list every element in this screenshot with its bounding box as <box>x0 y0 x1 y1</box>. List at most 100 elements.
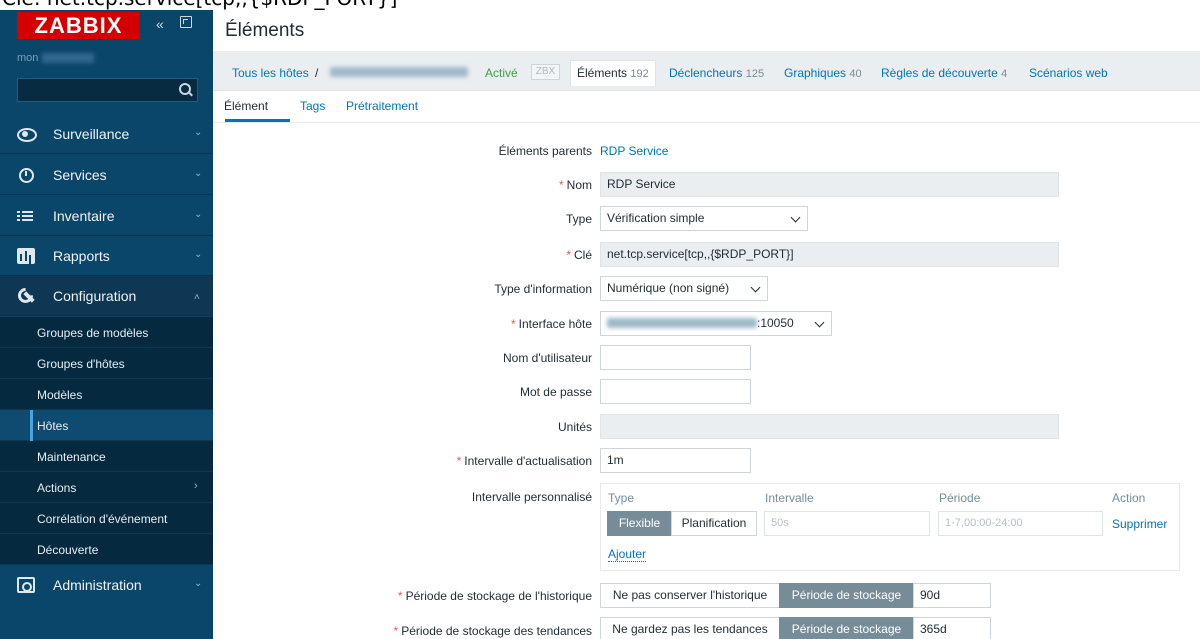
scheduling-toggle[interactable]: Planification <box>671 511 757 536</box>
username-label: Nom d'utilisateur <box>503 351 592 365</box>
nav-discovery-rules-link[interactable]: Règles de découverte 4 <box>881 66 1007 80</box>
server-name-blurred <box>42 53 95 64</box>
menu-label: Administration <box>53 577 142 593</box>
nav-graphs-count: 40 <box>849 68 862 80</box>
menu-services[interactable]: Services ⌄ <box>0 155 213 195</box>
logo-row: ZABBIX « <box>0 10 213 40</box>
collapse-sidebar-icon[interactable]: « <box>156 16 164 32</box>
info-type-select-value: Numérique (non signé) <box>607 281 730 295</box>
name-label: * Nom <box>558 178 592 192</box>
nav-web-scenarios-link[interactable]: Scénarios web <box>1029 66 1108 80</box>
submenu-item-discovery[interactable]: Découverte <box>0 534 213 565</box>
history-period-input[interactable]: 90d <box>913 583 991 608</box>
remove-interval-link[interactable]: Supprimer <box>1112 517 1167 531</box>
menu-inventaire[interactable]: Inventaire ⌄ <box>0 196 213 236</box>
custom-col-type: Type <box>608 491 635 505</box>
key-label: * Clé <box>566 248 592 262</box>
menu-label: Inventaire <box>53 208 115 224</box>
nav-all-hosts-link[interactable]: Tous les hôtes <box>232 66 309 80</box>
trends-period-input[interactable]: 365d <box>913 617 991 639</box>
submenu-label: Groupes d'hôtes <box>37 357 125 371</box>
username-input[interactable] <box>600 345 751 370</box>
chevron-right-icon: › <box>194 480 198 492</box>
submenu-item-maintenance[interactable]: Maintenance <box>0 441 213 472</box>
host-status-badge[interactable]: Activé <box>485 66 518 80</box>
history-storage-period-toggle[interactable]: Période de stockage <box>779 583 914 608</box>
sidebar-search-input[interactable] <box>17 78 198 102</box>
list-icon <box>17 208 35 224</box>
type-select-value: Vérification simple <box>607 211 705 225</box>
submenu-label: Maintenance <box>37 450 106 464</box>
nav-triggers-count: 125 <box>745 68 765 80</box>
nav-discovery-count: 4 <box>1001 68 1008 80</box>
nav-graphs-link[interactable]: Graphiques 40 <box>784 66 862 80</box>
host-interface-label-text: Interface hôte <box>518 317 592 331</box>
submenu-label: Hôtes <box>37 419 69 433</box>
form-tabs: Élément Tags Prétraitement <box>213 91 1200 123</box>
submenu-item-actions[interactable]: Actions › <box>0 472 213 503</box>
update-interval-label-text: Intervalle d'actualisation <box>464 454 592 468</box>
submenu-item-host-groups[interactable]: Groupes d'hôtes <box>0 348 213 379</box>
trends-storage-label: * Période de stockage des tendances <box>393 624 592 638</box>
search-icon[interactable] <box>177 82 193 98</box>
info-type-select[interactable]: Numérique (non signé) <box>600 276 768 301</box>
tab-tags[interactable]: Tags <box>300 99 325 113</box>
menu-administration[interactable]: Administration ⌄ <box>0 565 213 605</box>
custom-col-action: Action <box>1112 491 1146 505</box>
nav-triggers-link[interactable]: Déclencheurs 125 <box>669 66 764 80</box>
tab-item[interactable]: Élément <box>224 99 268 113</box>
page-title: Éléments <box>225 20 305 41</box>
submenu-label: Modèles <box>37 388 83 402</box>
submenu-item-event-correlation[interactable]: Corrélation d'événement <box>0 503 213 534</box>
host-navigation-bar: Tous les hôtes / Activé ZBX Éléments 192… <box>213 51 1200 91</box>
history-storage-label-text: Période de stockage de l'historique <box>405 589 592 603</box>
units-label: Unités <box>557 420 592 434</box>
trends-storage-period-toggle[interactable]: Période de stockage <box>779 617 914 639</box>
type-select[interactable]: Vérification simple <box>600 206 808 231</box>
parent-item-link[interactable]: RDP Service <box>600 144 668 158</box>
type-label: Type <box>565 212 592 226</box>
nav-items-tab[interactable]: Éléments 192 <box>570 60 656 86</box>
menu-configuration[interactable]: Configuration ˄ <box>0 276 213 316</box>
nav-graphs-label: Graphiques <box>784 66 847 80</box>
host-interface-select[interactable]: :10050 <box>600 311 832 336</box>
host-interface-label: * Interface hôte <box>510 317 592 331</box>
units-field[interactable] <box>600 414 1059 439</box>
host-name-blurred[interactable] <box>330 67 468 77</box>
kiosk-mode-icon[interactable] <box>180 16 192 28</box>
custom-period-input[interactable]: 1-7,00:00-24:00 <box>938 511 1103 536</box>
update-interval-input[interactable]: 1m <box>600 448 751 473</box>
nav-items-count: 192 <box>630 68 649 80</box>
custom-col-interval: Intervalle <box>765 491 814 505</box>
configuration-submenu: Groupes de modèles Groupes d'hôtes Modèl… <box>0 317 213 565</box>
chevron-down-icon: ⌄ <box>194 127 203 138</box>
menu-surveillance[interactable]: Surveillance ⌄ <box>0 114 213 154</box>
custom-interval-input[interactable]: 50s <box>764 511 930 536</box>
chevron-down-icon: ⌄ <box>194 168 203 179</box>
interface-blurred <box>607 318 757 328</box>
update-interval-label: * Intervalle d'actualisation <box>456 454 592 468</box>
menu-rapports[interactable]: Rapports ⌄ <box>0 236 213 276</box>
eye-icon <box>17 126 37 142</box>
submenu-item-template-groups[interactable]: Groupes de modèles <box>0 317 213 348</box>
flexible-toggle[interactable]: Flexible <box>607 511 672 536</box>
submenu-label: Actions <box>37 481 77 495</box>
submenu-label: Groupes de modèles <box>37 326 149 340</box>
admin-icon <box>17 577 35 593</box>
submenu-item-hosts[interactable]: Hôtes <box>0 410 213 441</box>
submenu-item-templates[interactable]: Modèles <box>0 379 213 410</box>
host-interface-port: :10050 <box>757 316 794 330</box>
wrench-icon <box>17 288 35 304</box>
menu-label: Surveillance <box>53 126 130 142</box>
add-interval-link[interactable]: Ajouter <box>608 547 647 562</box>
nav-discovery-label: Règles de découverte <box>881 66 998 80</box>
trends-do-not-keep-toggle[interactable]: Ne gardez pas les tendances <box>600 617 780 639</box>
key-field[interactable]: net.tcp.service[tcp,,{$RDP_PORT}] <box>600 242 1059 267</box>
history-do-not-keep-toggle[interactable]: Ne pas conserver l'historique <box>600 583 780 608</box>
tab-preprocessing[interactable]: Prétraitement <box>346 99 418 113</box>
zabbix-logo[interactable]: ZABBIX <box>17 12 140 39</box>
password-input[interactable] <box>600 379 751 404</box>
chevron-down-icon <box>750 282 761 293</box>
menu-label: Rapports <box>53 248 110 264</box>
name-field[interactable]: RDP Service <box>600 172 1059 197</box>
